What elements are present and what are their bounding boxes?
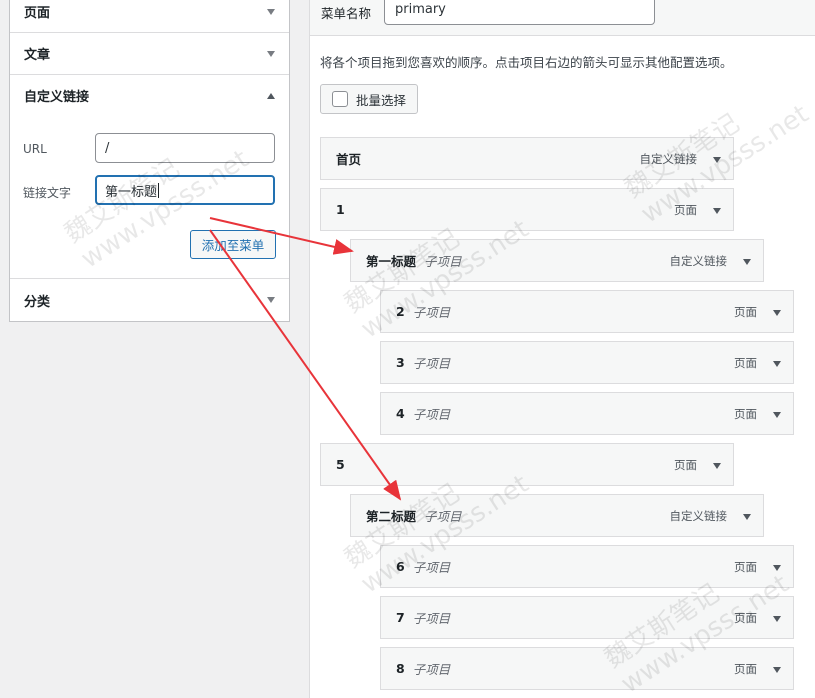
accordion-categories[interactable]: 分类 xyxy=(10,279,289,321)
menu-item-type: 页面 xyxy=(734,610,757,625)
menu-item[interactable]: 5 页面 xyxy=(320,443,734,486)
menu-item-sub-label: 子项目 xyxy=(412,305,451,320)
menu-item-sub-label: 子项目 xyxy=(424,509,462,524)
item-expand-arrow-icon[interactable] xyxy=(713,462,721,469)
menu-item-sub-label: 子项目 xyxy=(412,611,451,626)
url-input[interactable]: / xyxy=(95,133,275,163)
menu-item-type: 页面 xyxy=(734,406,757,421)
menu-item-sub-label: 子项目 xyxy=(424,254,462,269)
add-menu-items-panel: 页面 文章 自定义链接 URL / 链接文字 第一标题 添加至菜单 分类 xyxy=(9,0,290,322)
custom-link-form: URL / 链接文字 第一标题 添加至菜单 xyxy=(10,116,289,279)
accordion-custom-links[interactable]: 自定义链接 xyxy=(10,75,289,117)
item-expand-arrow-icon[interactable] xyxy=(773,360,781,367)
menu-item-type: 页面 xyxy=(734,661,757,676)
menu-item-title: 第一标题 xyxy=(366,254,417,269)
link-text-label: 链接文字 xyxy=(23,186,72,200)
accordion-posts-label: 文章 xyxy=(24,48,51,63)
menu-name-label: 菜单名称 xyxy=(321,6,372,21)
menu-item-type: 页面 xyxy=(674,202,697,217)
link-text-input[interactable]: 第一标题 xyxy=(95,175,275,205)
accordion-pages-label: 页面 xyxy=(24,6,51,21)
accordion-categories-label: 分类 xyxy=(24,294,51,310)
item-expand-arrow-icon[interactable] xyxy=(773,309,781,316)
item-expand-arrow-icon[interactable] xyxy=(773,615,781,622)
menu-item-title: 3 xyxy=(396,355,405,370)
menu-item-type: 页面 xyxy=(674,457,697,472)
menu-header: 菜单名称 primary xyxy=(310,0,815,36)
menu-item-type: 页面 xyxy=(734,559,757,574)
item-expand-arrow-icon[interactable] xyxy=(773,666,781,673)
chevron-up-icon xyxy=(267,92,275,99)
bulk-select-checkbox[interactable] xyxy=(332,91,348,107)
menu-item-type: 自定义链接 xyxy=(639,151,698,166)
menu-item[interactable]: 第二标题 子项目 自定义链接 xyxy=(350,494,764,537)
menu-item[interactable]: 6 子项目 页面 xyxy=(380,545,794,588)
text-caret xyxy=(158,182,160,198)
menu-item-title: 7 xyxy=(396,610,405,625)
item-expand-arrow-icon[interactable] xyxy=(743,513,751,520)
menu-instructions: 将各个项目拖到您喜欢的顺序。点击项目右边的箭头可显示其他配置选项。 xyxy=(320,55,733,70)
menu-item-title: 1 xyxy=(336,202,345,217)
menu-item[interactable]: 第一标题 子项目 自定义链接 xyxy=(350,239,764,282)
menu-name-value: primary xyxy=(395,2,446,17)
menu-item-sub-label: 子项目 xyxy=(412,407,451,422)
url-label: URL xyxy=(23,142,47,156)
menu-structure-panel: 菜单名称 primary 将各个项目拖到您喜欢的顺序。点击项目右边的箭头可显示其… xyxy=(309,0,815,698)
item-expand-arrow-icon[interactable] xyxy=(773,564,781,571)
menu-item[interactable]: 首页 自定义链接 xyxy=(320,137,734,180)
menu-item-title: 2 xyxy=(396,304,405,319)
menu-item-title: 6 xyxy=(396,559,405,574)
item-expand-arrow-icon[interactable] xyxy=(743,258,751,265)
url-input-value: / xyxy=(105,140,110,156)
menu-item-title: 5 xyxy=(336,457,345,472)
accordion-posts[interactable]: 文章 xyxy=(10,33,289,75)
menu-item[interactable]: 1 页面 xyxy=(320,188,734,231)
bulk-select-label: 批量选择 xyxy=(356,92,407,108)
menu-item[interactable]: 3 子项目 页面 xyxy=(380,341,794,384)
menu-item-sub-label: 子项目 xyxy=(412,356,451,371)
menu-item-sub-label: 子项目 xyxy=(412,560,451,575)
menu-item[interactable]: 7 子项目 页面 xyxy=(380,596,794,639)
menu-item-title: 4 xyxy=(396,406,405,421)
bulk-select-button[interactable]: 批量选择 xyxy=(320,84,418,114)
menu-item-title: 8 xyxy=(396,661,405,676)
menu-item-type: 页面 xyxy=(734,304,757,319)
menu-item[interactable]: 2 子项目 页面 xyxy=(380,290,794,333)
link-text-input-value: 第一标题 xyxy=(105,184,158,200)
chevron-down-icon xyxy=(267,297,275,303)
menu-item-type: 页面 xyxy=(734,355,757,370)
menu-item-type: 自定义链接 xyxy=(669,508,728,523)
item-expand-arrow-icon[interactable] xyxy=(773,411,781,418)
add-to-menu-button[interactable]: 添加至菜单 xyxy=(190,230,276,259)
item-expand-arrow-icon[interactable] xyxy=(713,156,721,163)
menu-name-input[interactable]: primary xyxy=(384,0,655,25)
chevron-down-icon xyxy=(267,8,275,15)
accordion-custom-links-label: 自定义链接 xyxy=(24,90,90,105)
menu-item-title: 第二标题 xyxy=(366,509,417,524)
menu-item-type: 自定义链接 xyxy=(669,253,728,268)
menu-item[interactable]: 4 子项目 页面 xyxy=(380,392,794,435)
menu-item[interactable]: 8 子项目 页面 xyxy=(380,647,794,690)
menu-item-sub-label: 子项目 xyxy=(412,662,451,677)
chevron-down-icon xyxy=(267,50,275,57)
menu-item-title: 首页 xyxy=(336,152,362,167)
accordion-pages[interactable]: 页面 xyxy=(10,0,289,33)
item-expand-arrow-icon[interactable] xyxy=(713,207,721,214)
